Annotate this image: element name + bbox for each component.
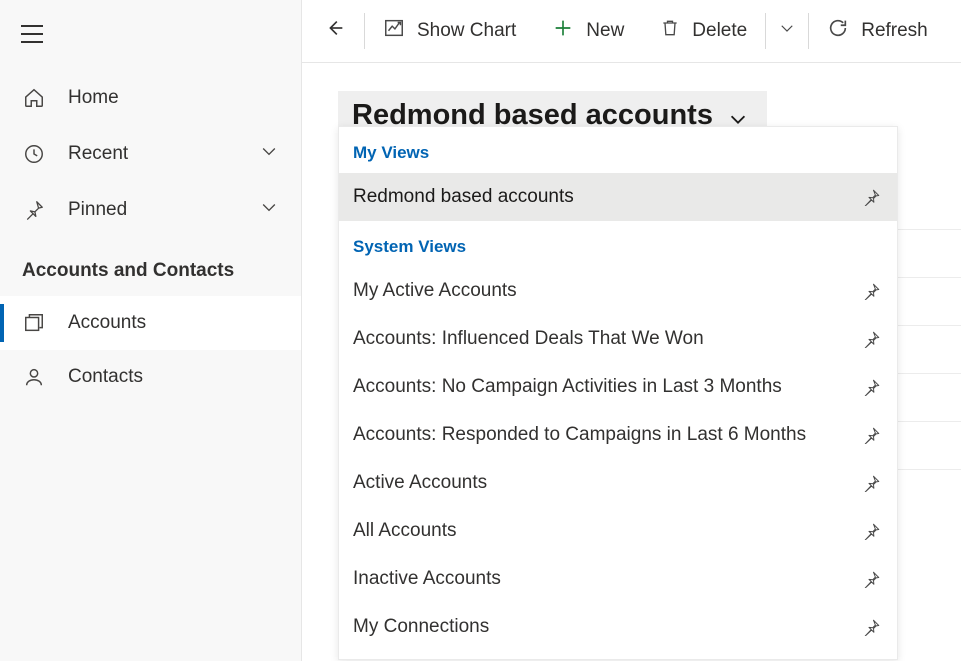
clock-icon [22, 143, 46, 165]
view-option[interactable]: My Active Accounts [339, 267, 897, 315]
nav-home-label: Home [68, 87, 279, 109]
new-label: New [586, 20, 624, 42]
nav-recent-label: Recent [68, 143, 259, 165]
view-option-label: My Connections [353, 616, 489, 638]
chevron-down-icon [778, 19, 796, 43]
show-chart-label: Show Chart [417, 20, 516, 42]
hamburger-icon [20, 24, 44, 44]
view-option[interactable]: All Accounts [339, 507, 897, 555]
refresh-button[interactable]: Refresh [809, 0, 946, 62]
pin-icon[interactable] [863, 282, 881, 300]
back-arrow-icon [324, 17, 346, 45]
view-option[interactable]: My Connections [339, 603, 897, 651]
pin-icon[interactable] [863, 188, 881, 206]
view-option-label: Accounts: No Campaign Activities in Last… [353, 376, 782, 398]
view-option-label: Inactive Accounts [353, 568, 501, 590]
my-views-header: My Views [339, 127, 897, 173]
pin-icon[interactable] [863, 570, 881, 588]
plus-icon [552, 17, 574, 45]
view-selector-dropdown: My Views Redmond based accounts System V… [338, 126, 898, 660]
view-option[interactable]: Redmond based accounts [339, 173, 897, 221]
back-button[interactable] [306, 0, 364, 62]
view-option-label: My Active Accounts [353, 280, 517, 302]
pin-icon[interactable] [863, 330, 881, 348]
trash-icon [660, 17, 680, 45]
chevron-down-icon [259, 141, 279, 167]
refresh-icon [827, 17, 849, 45]
sidebar-section-title: Accounts and Contacts [0, 238, 301, 296]
nav-recent[interactable]: Recent [0, 126, 301, 182]
pin-icon[interactable] [863, 378, 881, 396]
view-option-label: Active Accounts [353, 472, 487, 494]
view-option-label: Redmond based accounts [353, 186, 574, 208]
sidebar-item-accounts[interactable]: Accounts [0, 296, 301, 350]
home-icon [22, 87, 46, 109]
view-option-label: Accounts: Responded to Campaigns in Last… [353, 424, 806, 446]
hamburger-button[interactable] [0, 12, 301, 70]
view-option[interactable]: Active Accounts [339, 459, 897, 507]
chart-icon [383, 17, 405, 45]
chevron-down-icon [259, 197, 279, 223]
pin-icon[interactable] [863, 474, 881, 492]
view-option-label: Accounts: Influenced Deals That We Won [353, 328, 704, 350]
nav-pinned-label: Pinned [68, 199, 259, 221]
nav-pinned[interactable]: Pinned [0, 182, 301, 238]
nav-home[interactable]: Home [0, 70, 301, 126]
sidebar: Home Recent Pinned Accounts and Contacts [0, 0, 302, 661]
pin-icon[interactable] [863, 426, 881, 444]
sidebar-item-contacts[interactable]: Contacts [0, 350, 301, 404]
contacts-icon [22, 366, 46, 388]
show-chart-button[interactable]: Show Chart [365, 0, 534, 62]
system-views-header: System Views [339, 221, 897, 267]
sidebar-item-accounts-label: Accounts [68, 312, 146, 334]
delete-label: Delete [692, 20, 747, 42]
view-option[interactable]: Accounts: Responded to Campaigns in Last… [339, 411, 897, 459]
view-option[interactable]: Accounts: No Campaign Activities in Last… [339, 363, 897, 411]
refresh-label: Refresh [861, 20, 928, 42]
view-option-label: All Accounts [353, 520, 457, 542]
delete-split-button[interactable] [766, 0, 808, 62]
sidebar-item-contacts-label: Contacts [68, 366, 143, 388]
accounts-icon [22, 312, 46, 334]
pin-icon[interactable] [863, 522, 881, 540]
view-option[interactable]: Accounts: Influenced Deals That We Won [339, 315, 897, 363]
view-option[interactable]: Inactive Accounts [339, 555, 897, 603]
command-bar: Show Chart New Delete [302, 0, 961, 63]
new-button[interactable]: New [534, 0, 642, 62]
pin-icon[interactable] [863, 618, 881, 636]
pin-icon [22, 199, 46, 221]
delete-button[interactable]: Delete [642, 0, 765, 62]
